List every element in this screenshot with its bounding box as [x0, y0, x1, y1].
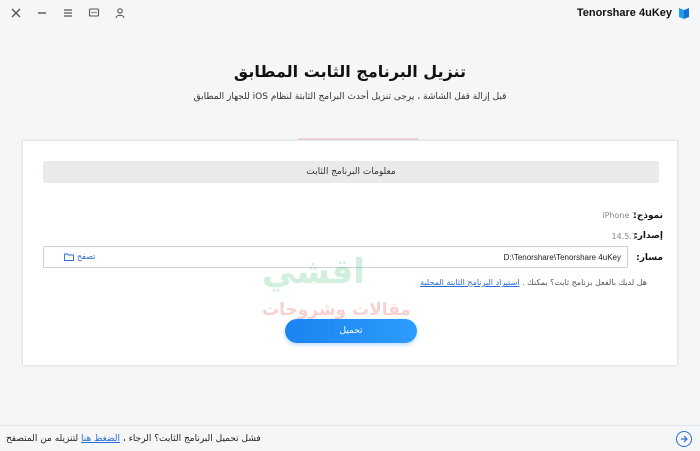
- feedback-icon[interactable]: [88, 7, 100, 19]
- window-controls: [10, 7, 126, 19]
- import-hint-text: هل لديك بالفعل برنامج ثابت؟ يمكنك .: [519, 278, 647, 287]
- import-hint: هل لديك بالفعل برنامج ثابت؟ يمكنك . استي…: [420, 278, 647, 287]
- model-value: iPhone 7: [602, 211, 637, 220]
- version-label: إصدار:: [634, 231, 663, 241]
- browse-button[interactable]: تصفح: [64, 252, 95, 261]
- firmware-section-header: معلومات البرنامج الثابت: [43, 161, 659, 183]
- footer-message: فشل تحميل البرنامج الثابت؟ الرجاء ، الضغ…: [6, 434, 261, 444]
- firmware-card: معلومات البرنامج الثابت نموذج: iPhone 7 …: [22, 140, 678, 366]
- page-subtitle: قبل إزالة قفل الشاشة ، يرجى تنزيل أحدث ا…: [193, 92, 507, 102]
- model-label: نموذج:: [633, 211, 663, 221]
- folder-icon: [64, 253, 74, 261]
- page-title: تنزيل البرنامج الثابت المطابق: [233, 62, 467, 81]
- title-bar: Tenorshare 4uKey: [0, 0, 700, 26]
- arrow-right-icon: [681, 435, 688, 443]
- app-brand: Tenorshare 4uKey: [577, 6, 690, 20]
- close-icon[interactable]: [10, 7, 22, 19]
- menu-icon[interactable]: [62, 7, 74, 19]
- logo-icon: [679, 8, 689, 19]
- path-label: مسار:: [636, 253, 663, 263]
- footer-text-after: لتنزيله من المتصفح: [6, 434, 82, 444]
- footer-bar: فشل تحميل البرنامج الثابت؟ الرجاء ، الضغ…: [0, 425, 700, 451]
- version-value: 14.5.1: [611, 232, 637, 241]
- next-arrow-button[interactable]: [676, 431, 692, 447]
- app-title: Tenorshare 4uKey: [576, 7, 672, 19]
- path-value: D:\Tenorshare\Tenorshare 4uKey: [503, 253, 621, 262]
- click-here-link[interactable]: الضغط هنا: [81, 434, 120, 444]
- path-field[interactable]: D:\Tenorshare\Tenorshare 4uKey تصفح: [43, 246, 628, 268]
- account-icon[interactable]: [114, 7, 126, 19]
- import-local-firmware-link[interactable]: استيراد البرنامج الثابتة المحلية: [420, 278, 519, 287]
- minimize-icon[interactable]: [36, 7, 48, 19]
- footer-text-before: فشل تحميل البرنامج الثابت؟ الرجاء ،: [120, 434, 261, 444]
- browse-label: تصفح: [77, 252, 96, 261]
- download-button[interactable]: تحميل: [285, 319, 417, 343]
